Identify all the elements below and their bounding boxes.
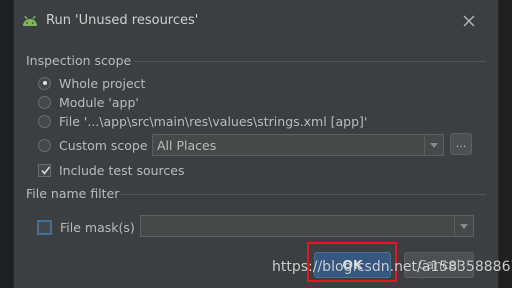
scope-option-module[interactable]: Module 'app' — [38, 93, 139, 111]
scope-option-label: Whole project — [59, 75, 146, 91]
radio-button[interactable] — [38, 138, 51, 152]
custom-scope-select[interactable]: All Places — [152, 134, 444, 156]
dropdown-toggle[interactable] — [454, 216, 473, 236]
custom-scope-value: All Places — [157, 138, 217, 153]
inspection-scope-header: Inspection scope — [26, 53, 132, 68]
scope-option-label: Custom scope — [59, 137, 148, 153]
radio-button[interactable] — [38, 76, 51, 90]
checkbox[interactable] — [38, 163, 51, 177]
dialog-titlebar: Run 'Unused resources' — [14, 0, 498, 44]
scope-option-whole-project[interactable]: Whole project — [38, 74, 145, 92]
dropdown-toggle[interactable] — [424, 135, 443, 155]
checkmark-icon — [41, 166, 51, 175]
chevron-down-icon — [460, 224, 468, 229]
include-test-sources-label: Include test sources — [59, 162, 185, 178]
section-divider — [120, 194, 486, 195]
radio-button[interactable] — [38, 114, 51, 128]
watermark-text: https://blog.csdn.net/a1583588867 — [272, 259, 512, 275]
file-mask-label: File mask(s) — [60, 219, 135, 235]
section-divider — [134, 61, 486, 62]
scope-option-label: Module 'app' — [59, 94, 139, 110]
scope-option-label: File '...\app\src\main\res\values\string… — [59, 113, 368, 129]
browse-scope-button[interactable]: ... — [450, 133, 472, 155]
file-mask-checkbox[interactable]: File mask(s) — [37, 218, 135, 236]
radio-button[interactable] — [38, 95, 51, 109]
file-mask-input[interactable] — [140, 215, 474, 237]
android-icon — [23, 15, 37, 26]
file-name-filter-header: File name filter — [26, 186, 120, 201]
include-test-sources-checkbox[interactable]: Include test sources — [38, 161, 184, 179]
close-icon[interactable] — [460, 12, 478, 30]
run-inspection-dialog: Run 'Unused resources' Inspection scope … — [14, 0, 512, 288]
scope-option-file[interactable]: File '...\app\src\main\res\values\string… — [38, 112, 367, 130]
chevron-down-icon — [430, 143, 438, 148]
checkbox[interactable] — [37, 219, 52, 235]
scope-option-custom[interactable]: Custom scope — [38, 136, 148, 154]
dialog-title: Run 'Unused resources' — [46, 13, 199, 28]
